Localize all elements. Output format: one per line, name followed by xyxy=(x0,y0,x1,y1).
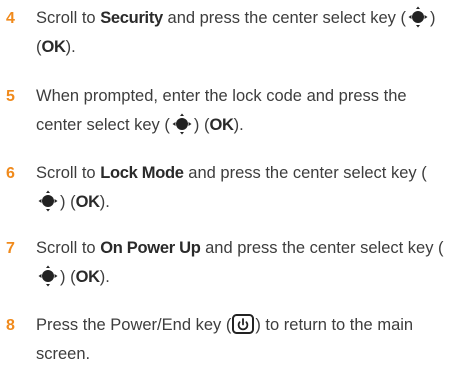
step-text-part: Scroll to xyxy=(36,164,96,182)
center-select-key-icon xyxy=(172,113,192,135)
step-text: Scroll to Security and press the center … xyxy=(36,4,448,62)
ok-label: OK xyxy=(209,116,234,134)
step-text: Scroll to Lock Mode and press the center… xyxy=(36,159,448,217)
step-text-part: and press the center select key ( xyxy=(167,9,406,27)
step-number: 4 xyxy=(6,10,15,27)
menu-item-name: On Power Up xyxy=(100,239,201,257)
step-text: Press the Power/End key () to return to … xyxy=(36,311,448,369)
ok-label: OK xyxy=(75,268,100,286)
menu-item-name: Security xyxy=(100,9,163,27)
ok-label: OK xyxy=(75,193,100,211)
step-text-part: ). xyxy=(99,268,110,286)
menu-item-name: Lock Mode xyxy=(100,164,184,182)
step-number: 8 xyxy=(6,317,15,334)
step-text-part: and press the center select key ( xyxy=(205,239,444,257)
step-text-part: Scroll to xyxy=(36,9,96,27)
step-text: Scroll to On Power Up and press the cent… xyxy=(36,234,448,292)
center-select-key-icon xyxy=(408,6,428,28)
center-select-key-icon xyxy=(38,190,58,212)
step-text: When prompted, enter the lock code and p… xyxy=(36,82,448,140)
step-text-part: ) ( xyxy=(193,116,210,134)
center-select-key-icon xyxy=(38,265,58,287)
step-text-part: and press the center select key ( xyxy=(188,164,427,182)
step-number: 7 xyxy=(6,240,15,257)
ok-label: OK xyxy=(41,38,66,56)
step-text-part: ). xyxy=(233,116,244,134)
step-text-part: Scroll to xyxy=(36,239,96,257)
step-text-part: ) ( xyxy=(60,268,76,286)
step-text-part: ) ( xyxy=(60,193,76,211)
power-end-key-icon xyxy=(232,314,255,334)
step-number: 5 xyxy=(6,88,15,105)
step-text-part: ). xyxy=(65,38,76,56)
step-text-part: ). xyxy=(99,193,110,211)
step-text-part: Press the Power/End key ( xyxy=(36,316,232,334)
step-number: 6 xyxy=(6,165,15,182)
